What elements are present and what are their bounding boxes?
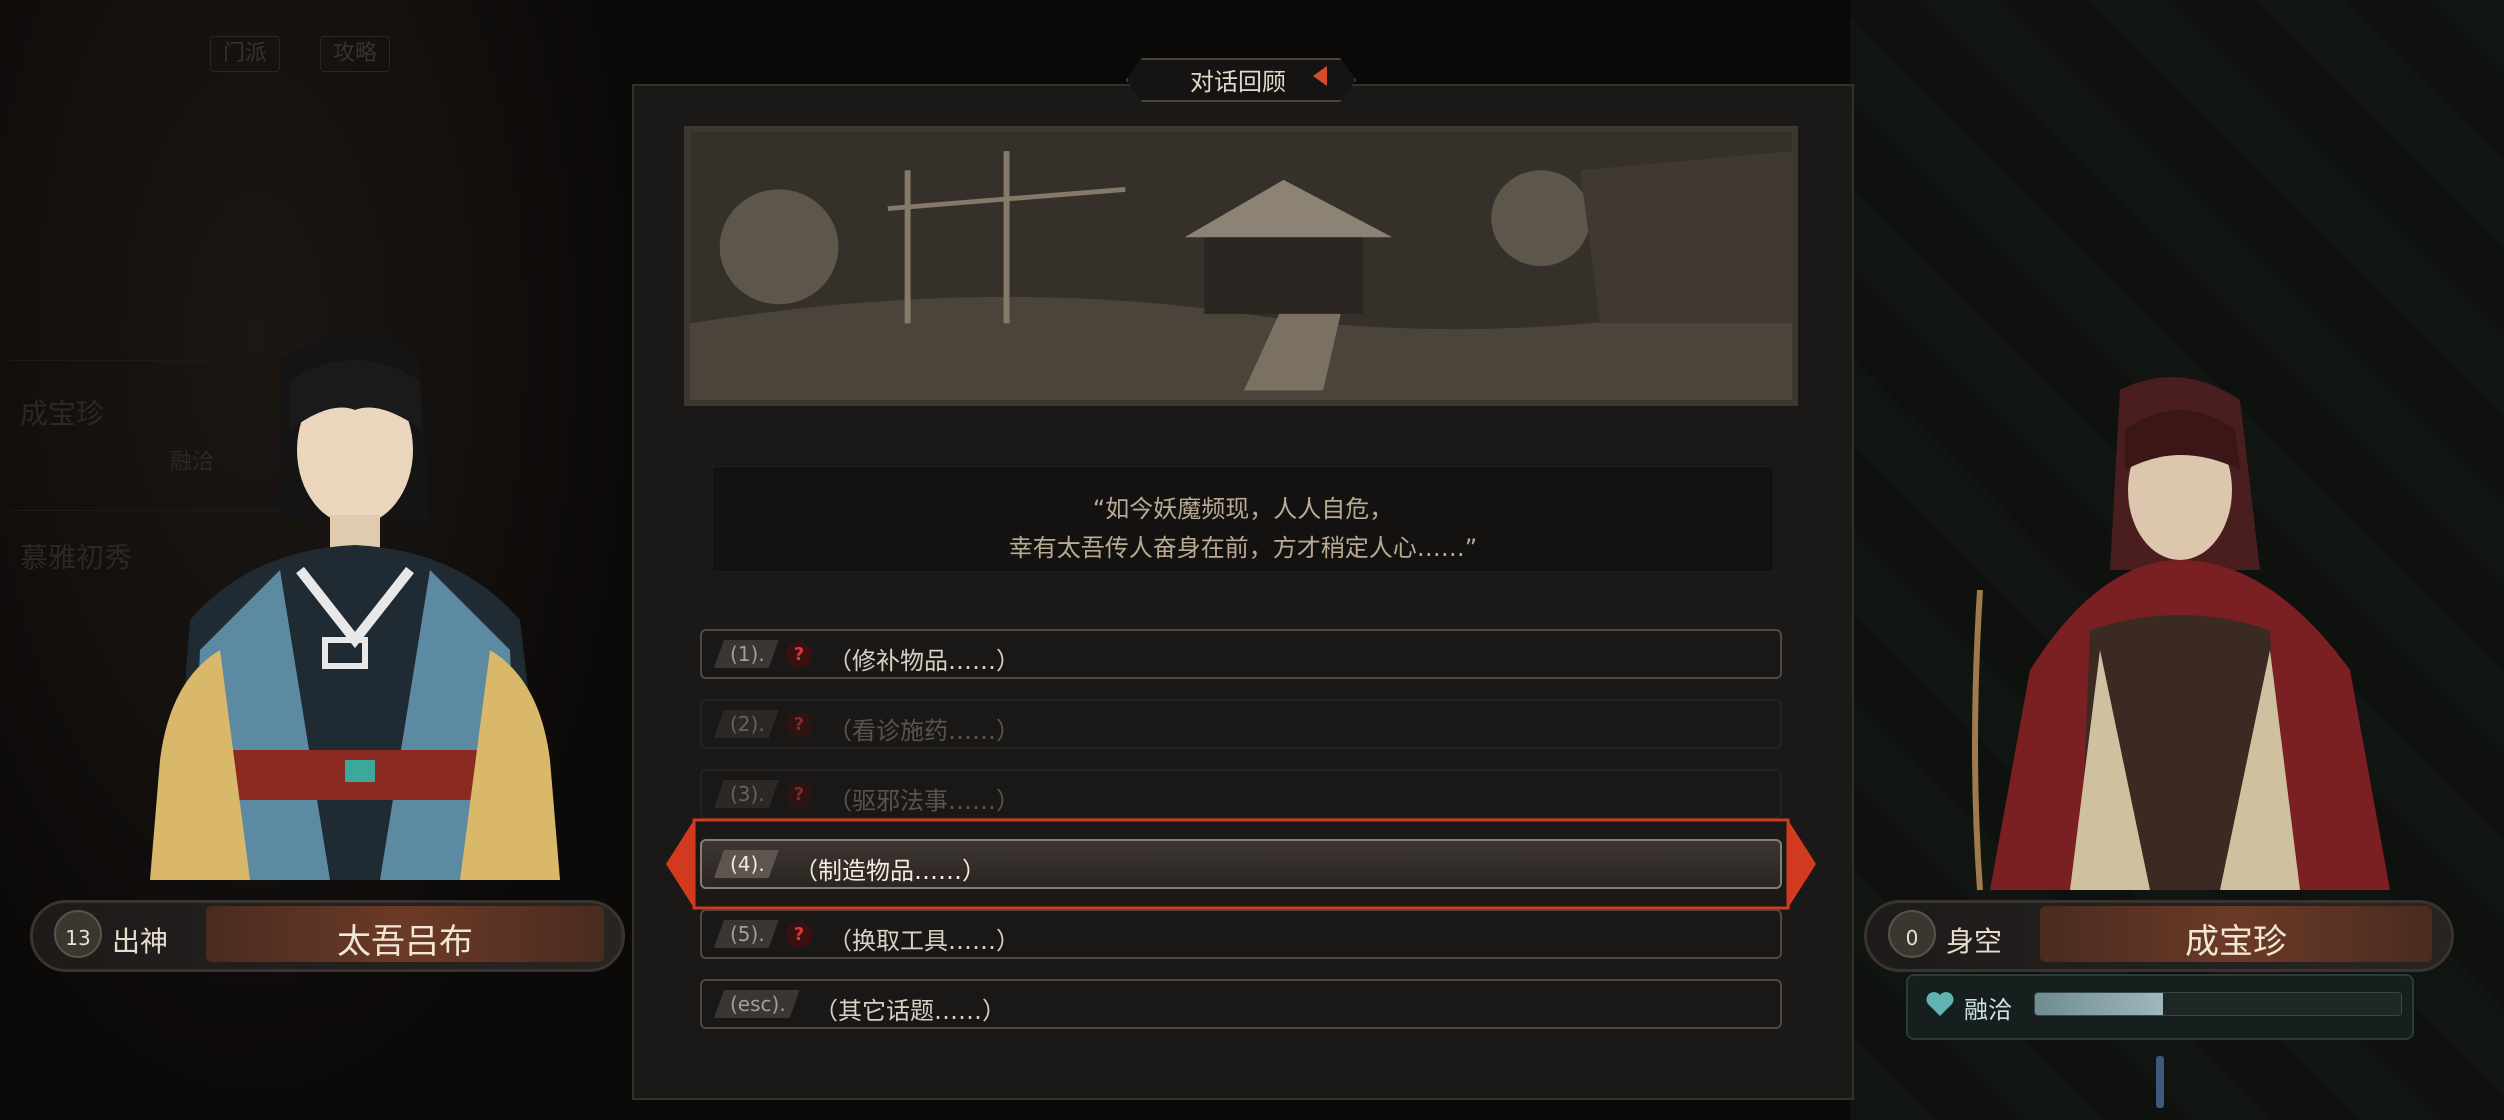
dialog-option-4[interactable]: (4). （制造物品……）: [700, 839, 1782, 889]
option-label: （换取工具……）: [828, 927, 1020, 955]
option-hotkey: (5).: [714, 920, 779, 948]
player-name-box: 太吾吕布: [206, 906, 604, 962]
option-label: （修补物品……）: [828, 647, 1020, 675]
npc-portrait: [1972, 377, 2390, 891]
locked-question-icon: ?: [786, 642, 812, 668]
option-label: （制造物品……）: [794, 857, 986, 885]
npc-name: 成宝珍: [2185, 922, 2287, 962]
dialog-option-esc[interactable]: (esc). （其它话题……）: [700, 979, 1782, 1029]
option-label: （驱邪法事……）: [828, 787, 1020, 815]
option-label: （其它话题……）: [814, 997, 1006, 1025]
option-hotkey: (2).: [714, 710, 779, 738]
dialog-quote-box: “如今妖魔频现，人人自危， 幸有太吾传人奋身在前，方才稍定人心……”: [712, 466, 1774, 572]
player-portrait: [150, 335, 560, 880]
npc-title: 身空: [1946, 925, 2003, 958]
locked-question-icon: ?: [786, 922, 812, 948]
player-title: 出神: [112, 925, 169, 958]
option-hotkey: (1).: [714, 640, 779, 668]
quote-line: 幸有太吾传人奋身在前，方才稍定人心……”: [1008, 534, 1478, 562]
player-name: 太吾吕布: [337, 922, 473, 962]
collapse-arrow-icon[interactable]: [1313, 66, 1327, 86]
npc-relation-fill: [2035, 993, 2164, 1015]
option-label: （看诊施药……）: [828, 717, 1020, 745]
npc-relation-label: 融洽: [1964, 996, 2012, 1024]
dialog-option-2[interactable]: (2). ? （看诊施药……）: [700, 699, 1782, 749]
scene-illustration: [684, 126, 1798, 406]
npc-rank-badge: 0: [1888, 910, 1936, 958]
npc-relation-bar: [2034, 992, 2402, 1016]
player-rank-level: 13: [65, 926, 91, 950]
bg-list-name: 慕雅初秀: [20, 541, 133, 574]
npc-name-box: 成宝珍: [2040, 906, 2432, 962]
option-hotkey: (3).: [714, 780, 779, 808]
player-rank-badge: 13: [54, 910, 102, 958]
dialog-option-3[interactable]: (3). ? （驱邪法事……）: [700, 769, 1782, 819]
heart-icon: [1926, 992, 1954, 1016]
locked-question-icon: ?: [786, 782, 812, 808]
locked-question-icon: ?: [786, 712, 812, 738]
bg-tab: 攻略: [320, 36, 391, 72]
hanging-ornament: [2156, 1056, 2164, 1108]
dialog-option-1[interactable]: (1). ? （修补物品……）: [700, 629, 1782, 679]
quote-line: “如今妖魔频现，人人自危，: [1092, 495, 1394, 523]
dialog-title: 对话回顾: [1190, 68, 1286, 96]
option-hotkey: (4).: [714, 850, 779, 878]
option-hotkey: (esc).: [714, 990, 800, 1018]
bg-list-name: 成宝珍: [20, 397, 105, 430]
dialog-option-5[interactable]: (5). ? （换取工具……）: [700, 909, 1782, 959]
npc-rank-level: 0: [1905, 926, 1919, 950]
bg-tab: 门派: [210, 36, 281, 72]
